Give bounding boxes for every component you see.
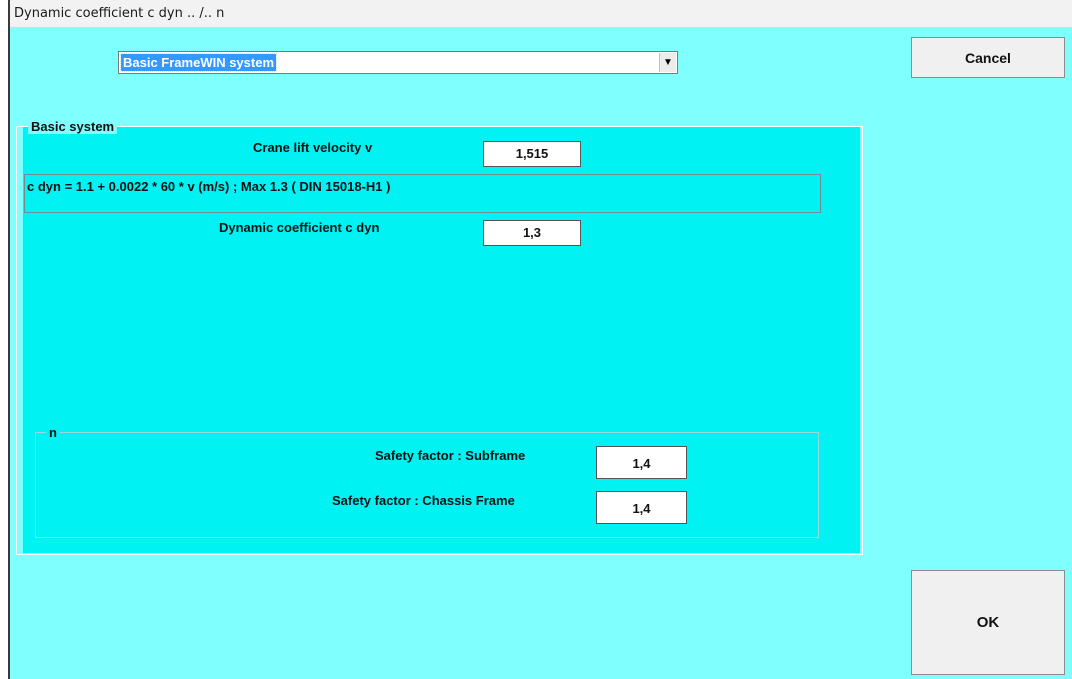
- basic-system-legend: Basic system: [28, 119, 118, 134]
- formula-text: c dyn = 1.1 + 0.0022 * 60 * v (m/s) ; Ma…: [27, 179, 391, 194]
- chevron-down-icon[interactable]: ▼: [659, 53, 676, 72]
- window-title: Dynamic coefficient c dyn .. /.. n: [14, 6, 225, 21]
- lift-velocity-field[interactable]: 1,515: [483, 141, 581, 167]
- lift-velocity-label: Crane lift velocity v: [253, 140, 373, 155]
- formula-box: c dyn = 1.1 + 0.0022 * 60 * v (m/s) ; Ma…: [24, 174, 821, 213]
- subframe-field[interactable]: 1,4: [596, 446, 687, 479]
- subframe-label: Safety factor : Subframe: [375, 448, 526, 463]
- cancel-button[interactable]: Cancel: [911, 37, 1065, 78]
- system-select[interactable]: Basic FrameWIN system ▼: [118, 51, 678, 74]
- dyn-coeff-label: Dynamic coefficient c dyn: [219, 220, 380, 235]
- chassis-field[interactable]: 1,4: [596, 491, 687, 524]
- system-select-value: Basic FrameWIN system: [119, 53, 278, 72]
- n-group-legend: n: [46, 425, 60, 440]
- ok-button[interactable]: OK: [911, 570, 1065, 675]
- dialog-window: Dynamic coefficient c dyn .. /.. n Basic…: [8, 0, 1072, 679]
- dyn-coeff-field[interactable]: 1,3: [483, 220, 581, 246]
- title-bar: Dynamic coefficient c dyn .. /.. n: [10, 0, 1072, 28]
- chassis-label: Safety factor : Chassis Frame: [332, 493, 515, 508]
